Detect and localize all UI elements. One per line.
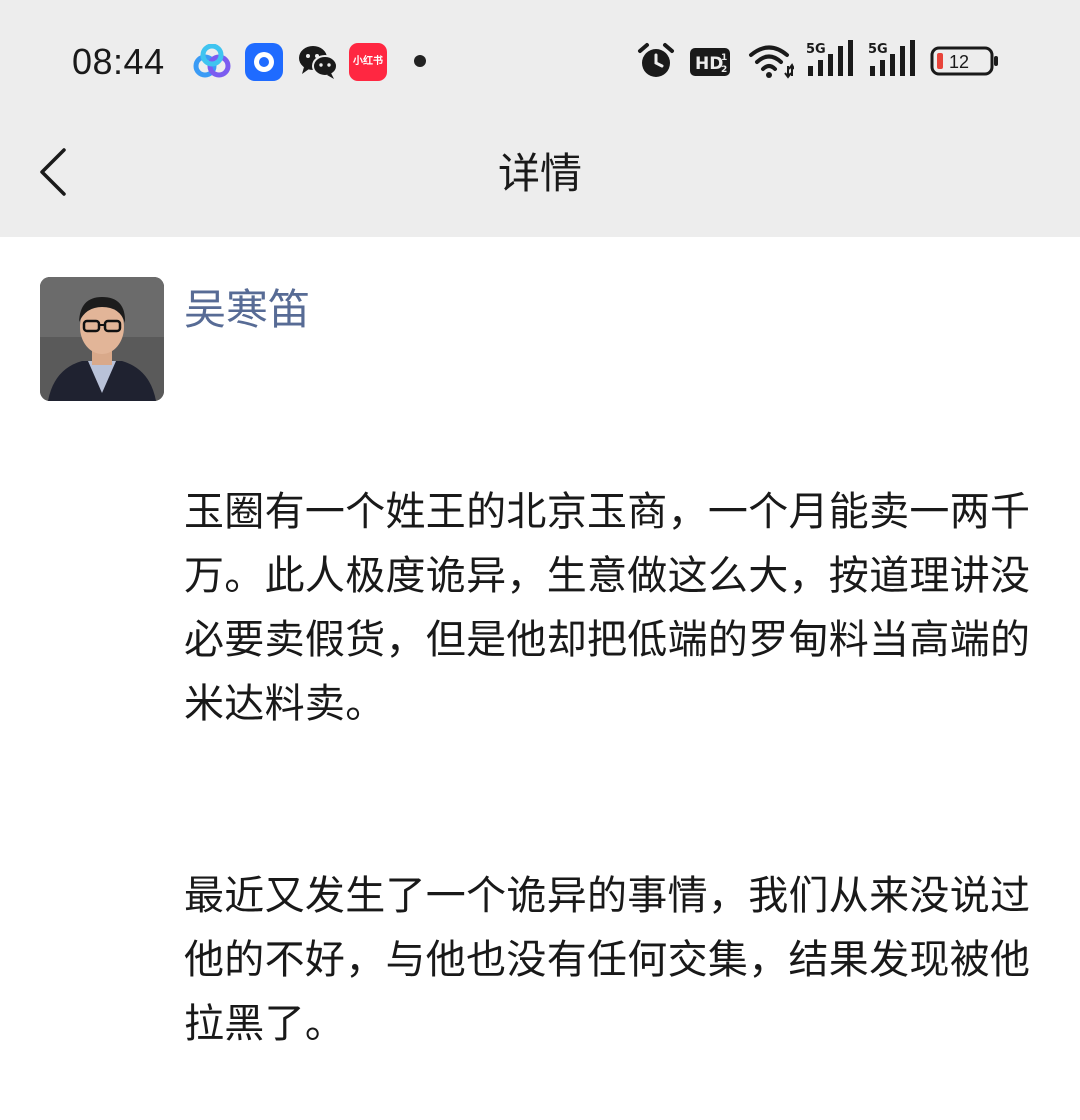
- author-name-link[interactable]: 吴寒笛: [184, 282, 310, 338]
- alarm-clock-icon: [638, 43, 674, 77]
- post-paragraph: 最近又发生了一个诡异的事情，我们从来没说过他的不好，与他也没有任何交集，结果发现…: [184, 873, 1031, 1047]
- svg-text:2: 2: [721, 65, 727, 75]
- avatar-image: [40, 277, 164, 401]
- more-notifications-dot-icon: [414, 55, 426, 67]
- svg-text:12: 12: [949, 52, 969, 72]
- status-bar: 08:44 小红书 HD 1 2 5G 5G 12: [0, 0, 1080, 124]
- battery-icon: 12: [930, 46, 998, 76]
- wechat-icon: [299, 46, 338, 79]
- svg-text:HD: HD: [695, 54, 723, 74]
- signal-5g-icon-sim2: 5G: [868, 40, 915, 76]
- page-title: 详情: [497, 149, 582, 198]
- svg-text:5G: 5G: [868, 42, 888, 57]
- baidu-netdisk-icon: [193, 44, 231, 78]
- top-area: 08:44 小红书 HD 1 2 5G 5G 12 详情: [0, 0, 1080, 237]
- nav-bar: 详情: [0, 124, 1080, 237]
- blue-app-icon: [245, 43, 283, 81]
- signal-5g-icon: 5G: [806, 40, 853, 76]
- post-paragraph: 玉圈有一个姓王的北京玉商，一个月能卖一两千万。此人极度诡异，生意做这么大，按道理…: [184, 489, 1031, 727]
- xiaohongshu-icon: 小红书: [349, 43, 387, 81]
- wifi-icon: [749, 45, 794, 79]
- post-content: 玉圈有一个姓王的北京玉商，一个月能卖一两千万。此人极度诡异，生意做这么大，按道理…: [184, 352, 1034, 1120]
- status-time: 08:44: [72, 41, 165, 82]
- svg-text:5G: 5G: [806, 42, 826, 57]
- hd-voice-icon: HD 1 2: [690, 48, 730, 76]
- svg-text:1: 1: [721, 53, 727, 63]
- author-avatar[interactable]: [40, 277, 164, 401]
